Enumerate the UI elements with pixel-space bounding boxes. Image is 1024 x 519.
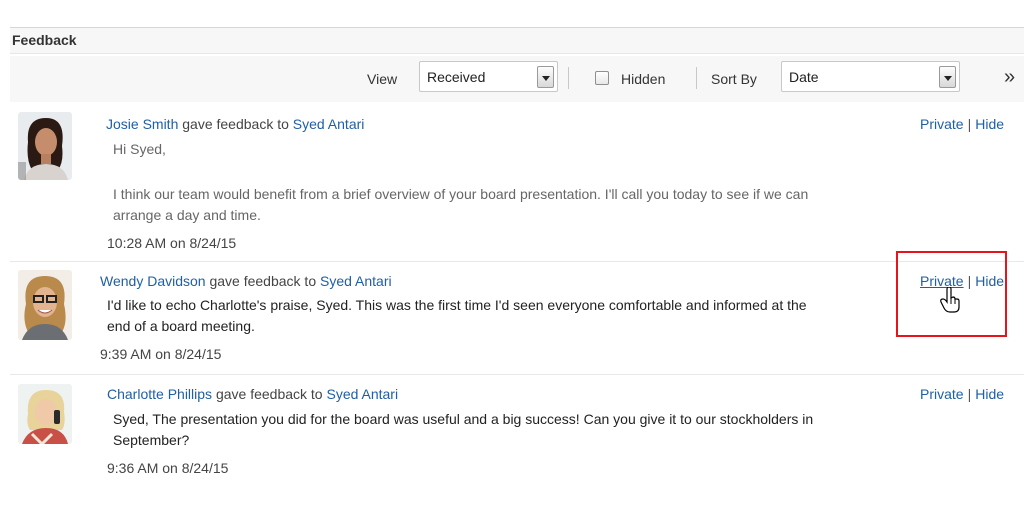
feedback-item: Wendy Davidson gave feedback to Syed Ant…: [10, 263, 1024, 375]
hidden-label: Hidden: [621, 71, 666, 87]
headline-verb: gave feedback to: [205, 273, 320, 289]
toolbar-divider: [568, 67, 569, 89]
hand-cursor-icon: [940, 287, 960, 313]
feedback-timestamp: 9:39 AM on 8/24/15: [100, 346, 222, 362]
private-link[interactable]: Private: [920, 116, 964, 132]
item-divider: [10, 374, 1024, 375]
feedback-message-line: September?: [113, 432, 190, 448]
avatar: [18, 384, 72, 444]
recipient-link[interactable]: Syed Antari: [326, 386, 398, 402]
feedback-message-line: Syed, The presentation you did for the b…: [113, 411, 814, 427]
sort-by-select[interactable]: Date: [781, 61, 960, 92]
item-divider: [10, 261, 1024, 262]
avatar: [18, 270, 72, 340]
feedback-headline: Wendy Davidson gave feedback to Syed Ant…: [100, 273, 392, 289]
feedback-actions: Private | Hide: [920, 116, 1005, 132]
headline-verb: gave feedback to: [212, 386, 327, 402]
view-select[interactable]: Received: [419, 61, 558, 92]
feedback-message-line: I think our team would benefit from a br…: [113, 186, 809, 202]
hide-link[interactable]: Hide: [975, 116, 1004, 132]
view-select-value: Received: [427, 69, 486, 85]
recipient-link[interactable]: Syed Antari: [320, 273, 392, 289]
sort-by-label: Sort By: [711, 71, 757, 87]
headline-verb: gave feedback to: [178, 116, 293, 132]
private-link[interactable]: Private: [920, 386, 964, 402]
hidden-checkbox[interactable]: [595, 71, 609, 85]
recipient-link[interactable]: Syed Antari: [293, 116, 365, 132]
feedback-message-line: I'd like to echo Charlotte's praise, Sye…: [107, 297, 807, 313]
feedback-headline: Josie Smith gave feedback to Syed Antari: [106, 116, 364, 132]
chevron-down-icon[interactable]: [939, 66, 956, 88]
feedback-message-line: Hi Syed,: [113, 141, 166, 157]
feedback-message-line: end of a board meeting.: [107, 318, 255, 334]
view-label: View: [367, 71, 398, 87]
hide-link[interactable]: Hide: [975, 386, 1004, 402]
chevron-down-icon[interactable]: [537, 66, 554, 88]
feedback-item: Charlotte Phillips gave feedback to Syed…: [10, 376, 1024, 496]
feedback-timestamp: 10:28 AM on 8/24/15: [107, 235, 237, 251]
feedback-headline: Charlotte Phillips gave feedback to Syed…: [107, 386, 398, 402]
sort-by-select-value: Date: [789, 69, 819, 85]
more-options-icon[interactable]: »: [1004, 66, 1015, 89]
feedback-item: Josie Smith gave feedback to Syed Antari…: [10, 104, 1024, 262]
panel-header: Feedback: [10, 28, 1024, 54]
feedback-timestamp: 9:36 AM on 8/24/15: [107, 460, 229, 476]
avatar: [18, 112, 72, 180]
feedback-message-line: arrange a day and time.: [113, 207, 261, 223]
author-link[interactable]: Charlotte Phillips: [107, 386, 212, 402]
feedback-actions: Private | Hide: [920, 386, 1005, 402]
panel-title: Feedback: [12, 32, 77, 48]
toolbar-divider: [696, 67, 697, 89]
author-link[interactable]: Josie Smith: [106, 116, 178, 132]
author-link[interactable]: Wendy Davidson: [100, 273, 206, 289]
feedback-toolbar: View Received Hidden Sort By Date »: [10, 56, 1024, 102]
